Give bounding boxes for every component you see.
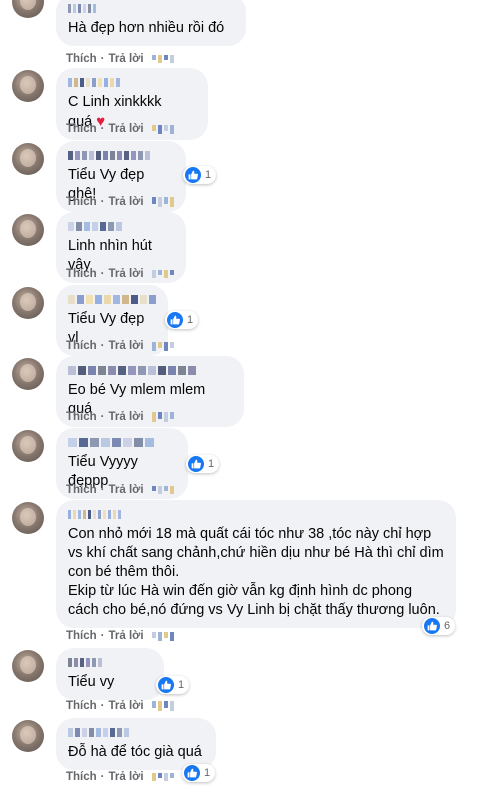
author-name-blurred[interactable] bbox=[68, 222, 174, 231]
comment-text: Tiểu vy bbox=[68, 674, 115, 690]
author-name-blurred[interactable] bbox=[68, 78, 196, 87]
comment-bubble: Hà đẹp hơn nhiều rồi đó bbox=[56, 0, 246, 46]
author-name-blurred[interactable] bbox=[68, 295, 156, 304]
like-link[interactable]: Thích bbox=[66, 268, 97, 280]
separator-dot: · bbox=[100, 771, 105, 783]
timestamp-blurred[interactable] bbox=[151, 773, 174, 781]
comment-text: Đỗ hà để tóc già quá bbox=[68, 744, 202, 760]
comment-actions: Thích · Trả lời bbox=[66, 700, 174, 712]
separator-dot: · bbox=[100, 268, 105, 280]
reaction-number: 1 bbox=[204, 767, 211, 779]
comment-text: Hà đẹp hơn nhiều rồi đó bbox=[68, 20, 225, 36]
avatar[interactable] bbox=[12, 720, 44, 752]
reaction-count[interactable]: 1 bbox=[156, 676, 190, 694]
comment-text: Con nhỏ mới 18 mà quất cái tóc như 38 ,t… bbox=[68, 526, 444, 618]
comment-actions: Thích · Trả lời bbox=[66, 484, 174, 496]
comment-bubble: Con nhỏ mới 18 mà quất cái tóc như 38 ,t… bbox=[56, 500, 456, 628]
separator-dot: · bbox=[100, 700, 105, 712]
comment-actions: Thích · Trả lời bbox=[66, 196, 174, 208]
separator-dot: · bbox=[100, 340, 105, 352]
reaction-number: 1 bbox=[205, 169, 212, 181]
reaction-count[interactable]: 1 bbox=[186, 455, 220, 473]
timestamp-blurred[interactable] bbox=[151, 197, 174, 207]
author-name-blurred[interactable] bbox=[68, 728, 204, 737]
timestamp-blurred[interactable] bbox=[151, 412, 174, 422]
like-icon bbox=[167, 312, 183, 328]
like-link[interactable]: Thích bbox=[66, 771, 97, 783]
reply-link[interactable]: Trả lời bbox=[109, 123, 144, 135]
comment-actions: Thích · Trả lời bbox=[66, 411, 174, 423]
avatar[interactable] bbox=[12, 70, 44, 102]
author-name-blurred[interactable] bbox=[68, 658, 152, 667]
avatar[interactable] bbox=[12, 650, 44, 682]
avatar[interactable] bbox=[12, 214, 44, 246]
like-icon bbox=[184, 765, 200, 781]
timestamp-blurred[interactable] bbox=[151, 701, 174, 711]
like-link[interactable]: Thích bbox=[66, 123, 97, 135]
author-name-blurred[interactable] bbox=[68, 438, 176, 447]
reaction-number: 1 bbox=[178, 679, 185, 691]
avatar[interactable] bbox=[12, 358, 44, 390]
avatar[interactable] bbox=[12, 430, 44, 462]
reply-link[interactable]: Trả lời bbox=[109, 411, 144, 423]
separator-dot: · bbox=[100, 484, 105, 496]
comment-actions: Thích · Trả lời bbox=[66, 53, 174, 65]
timestamp-blurred[interactable] bbox=[151, 55, 174, 63]
comment-actions: Thích · Trả lời bbox=[66, 268, 174, 280]
reply-link[interactable]: Trả lời bbox=[109, 484, 144, 496]
like-icon bbox=[188, 456, 204, 472]
reaction-count[interactable]: 1 bbox=[183, 166, 217, 184]
comment-actions: Thích · Trả lời bbox=[66, 630, 174, 642]
like-link[interactable]: Thích bbox=[66, 484, 97, 496]
comment-actions: Thích · Trả lời bbox=[66, 771, 174, 783]
reaction-count[interactable]: 1 bbox=[165, 311, 199, 329]
author-name-blurred[interactable] bbox=[68, 366, 232, 375]
comment-actions: Thích · Trả lời bbox=[66, 340, 174, 352]
reply-link[interactable]: Trả lời bbox=[109, 53, 144, 65]
avatar[interactable] bbox=[12, 287, 44, 319]
reaction-number: 1 bbox=[187, 314, 194, 326]
separator-dot: · bbox=[100, 53, 105, 65]
like-link[interactable]: Thích bbox=[66, 340, 97, 352]
reply-link[interactable]: Trả lời bbox=[109, 268, 144, 280]
separator-dot: · bbox=[100, 630, 105, 642]
like-link[interactable]: Thích bbox=[66, 196, 97, 208]
reply-link[interactable]: Trả lời bbox=[109, 700, 144, 712]
separator-dot: · bbox=[100, 411, 105, 423]
reaction-number: 1 bbox=[208, 458, 215, 470]
timestamp-blurred[interactable] bbox=[151, 270, 174, 278]
like-icon bbox=[424, 618, 440, 634]
author-name-blurred[interactable] bbox=[68, 4, 234, 13]
reply-link[interactable]: Trả lời bbox=[109, 340, 144, 352]
reply-link[interactable]: Trả lời bbox=[109, 630, 144, 642]
timestamp-blurred[interactable] bbox=[151, 631, 174, 641]
reply-link[interactable]: Trả lời bbox=[109, 771, 144, 783]
author-name-blurred[interactable] bbox=[68, 510, 444, 519]
avatar[interactable] bbox=[12, 502, 44, 534]
avatar[interactable] bbox=[12, 143, 44, 175]
timestamp-blurred[interactable] bbox=[151, 341, 174, 351]
timestamp-blurred[interactable] bbox=[151, 124, 174, 134]
separator-dot: · bbox=[100, 196, 105, 208]
like-link[interactable]: Thích bbox=[66, 411, 97, 423]
like-icon bbox=[158, 677, 174, 693]
like-icon bbox=[185, 167, 201, 183]
reaction-count[interactable]: 1 bbox=[182, 764, 216, 782]
avatar[interactable] bbox=[12, 0, 44, 18]
comment-bubble: Tiểu vy bbox=[56, 648, 164, 700]
like-link[interactable]: Thích bbox=[66, 53, 97, 65]
comment-actions: Thích · Trả lời bbox=[66, 123, 174, 135]
comment-bubble: Đỗ hà để tóc già quá bbox=[56, 718, 216, 770]
like-link[interactable]: Thích bbox=[66, 700, 97, 712]
separator-dot: · bbox=[100, 123, 105, 135]
like-link[interactable]: Thích bbox=[66, 630, 97, 642]
timestamp-blurred[interactable] bbox=[151, 486, 174, 494]
reaction-number: 6 bbox=[444, 620, 451, 632]
reply-link[interactable]: Trả lời bbox=[109, 196, 144, 208]
reaction-count[interactable]: 6 bbox=[422, 617, 456, 635]
author-name-blurred[interactable] bbox=[68, 151, 174, 160]
